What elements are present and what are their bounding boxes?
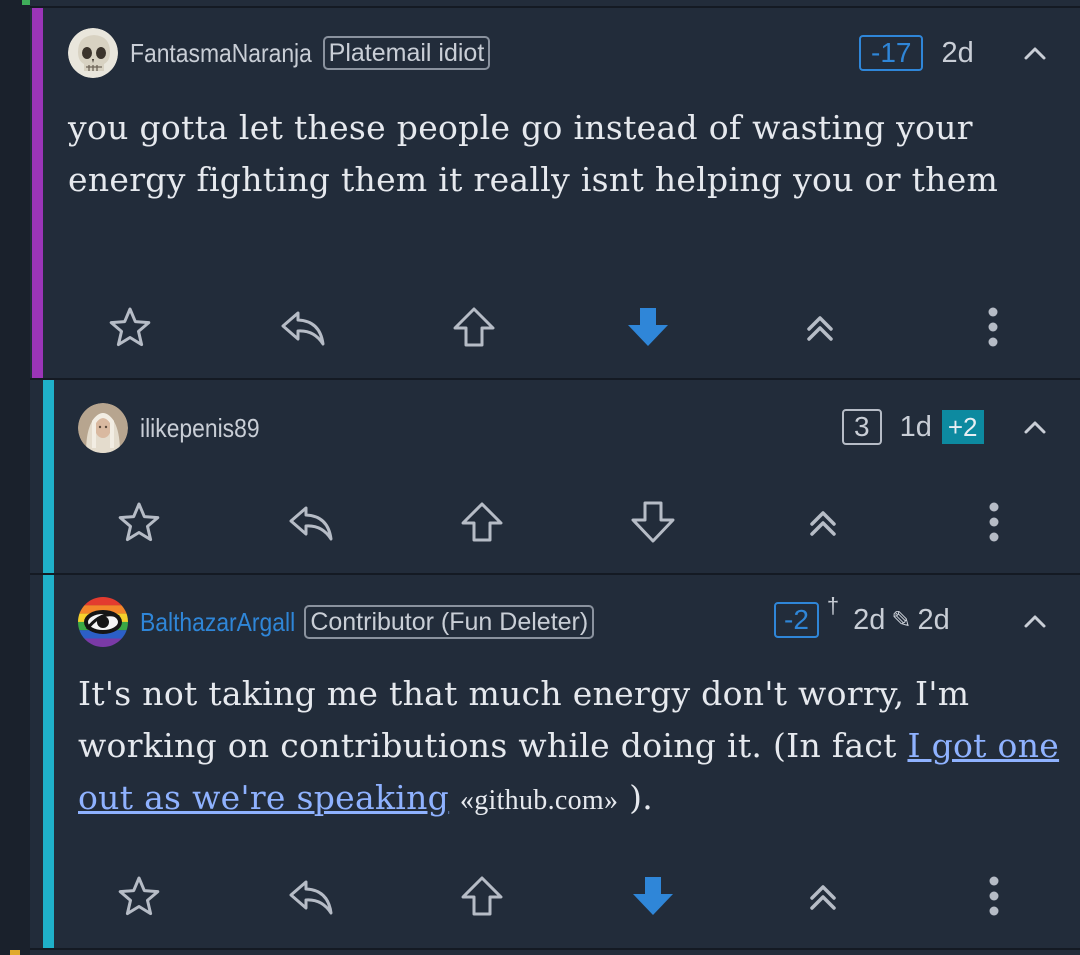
dagger-marker: † (826, 593, 840, 618)
comment-meta: 3 1d +2 (842, 407, 984, 447)
comment-age: 2d (853, 603, 886, 636)
upvote-icon[interactable] (449, 302, 499, 352)
gutter-marker (22, 0, 30, 5)
score-badge: -17 (859, 35, 924, 71)
comment-header: BalthazarArgall Contributor (Fun Deleter… (78, 597, 595, 647)
more-icon[interactable] (969, 871, 1019, 921)
skull-avatar[interactable] (68, 28, 118, 78)
comment: ilikepenis89 3 1d +2 (0, 380, 1080, 573)
parent-icon[interactable] (798, 871, 848, 921)
upvote-icon[interactable] (457, 871, 507, 921)
gutter-marker (10, 950, 20, 955)
body-text: It's not taking me that much energy don'… (78, 674, 970, 765)
reply-icon[interactable] (286, 871, 336, 921)
collapse-chevron-icon[interactable] (1020, 412, 1050, 442)
comment-header: ilikepenis89 (78, 403, 276, 453)
parent-icon[interactable] (798, 497, 848, 547)
parent-icon[interactable] (795, 302, 845, 352)
reply-icon[interactable] (278, 302, 328, 352)
downvote-icon[interactable] (628, 497, 678, 547)
more-icon[interactable] (968, 302, 1018, 352)
username[interactable]: FantasmaNaranja (130, 38, 312, 69)
more-icon[interactable] (969, 497, 1019, 547)
collapse-chevron-icon[interactable] (1020, 606, 1050, 636)
collapse-chevron-icon[interactable] (1020, 38, 1050, 68)
upvote-icon[interactable] (457, 497, 507, 547)
comment-meta: -2 † 2d ✎ 2d (774, 593, 950, 640)
portrait-avatar[interactable] (78, 403, 128, 453)
comment-actions (0, 871, 1080, 921)
rainbow-eye-avatar[interactable] (78, 597, 128, 647)
user-flair: Contributor (Fun Deleter) (304, 605, 595, 639)
body-text: ). (618, 778, 654, 817)
link-domain: «github.com» (459, 785, 619, 816)
comment-body: It's not taking me that much energy don'… (78, 668, 1063, 827)
comment: BalthazarArgall Contributor (Fun Deleter… (0, 575, 1080, 948)
divider (30, 948, 1080, 950)
star-icon[interactable] (114, 497, 164, 547)
star-icon[interactable] (105, 302, 155, 352)
comment-body: you gotta let these people go instead of… (68, 108, 999, 199)
username[interactable]: BalthazarArgall (140, 607, 295, 638)
user-flair: Platemail idiot (322, 36, 491, 70)
score-badge: 3 (842, 409, 882, 445)
edited-age: 2d (917, 603, 950, 636)
comment-actions (0, 497, 1080, 547)
downvote-icon[interactable] (628, 871, 678, 921)
comment-age: 2d (941, 36, 974, 69)
comment: FantasmaNaranja Platemail idiot -17 2d y… (0, 8, 1080, 378)
comment-actions (0, 302, 1080, 352)
score-badge: -2 (774, 602, 819, 638)
edited-pencil-icon: ✎ (891, 606, 912, 634)
new-replies-badge: +2 (941, 410, 984, 444)
comment-header: FantasmaNaranja Platemail idiot (68, 28, 491, 78)
comment-age: 1d (899, 410, 932, 443)
username[interactable]: ilikepenis89 (140, 413, 260, 444)
star-icon[interactable] (114, 871, 164, 921)
downvote-icon[interactable] (623, 302, 673, 352)
comment-meta: -17 2d (859, 33, 974, 73)
reply-icon[interactable] (286, 497, 336, 547)
